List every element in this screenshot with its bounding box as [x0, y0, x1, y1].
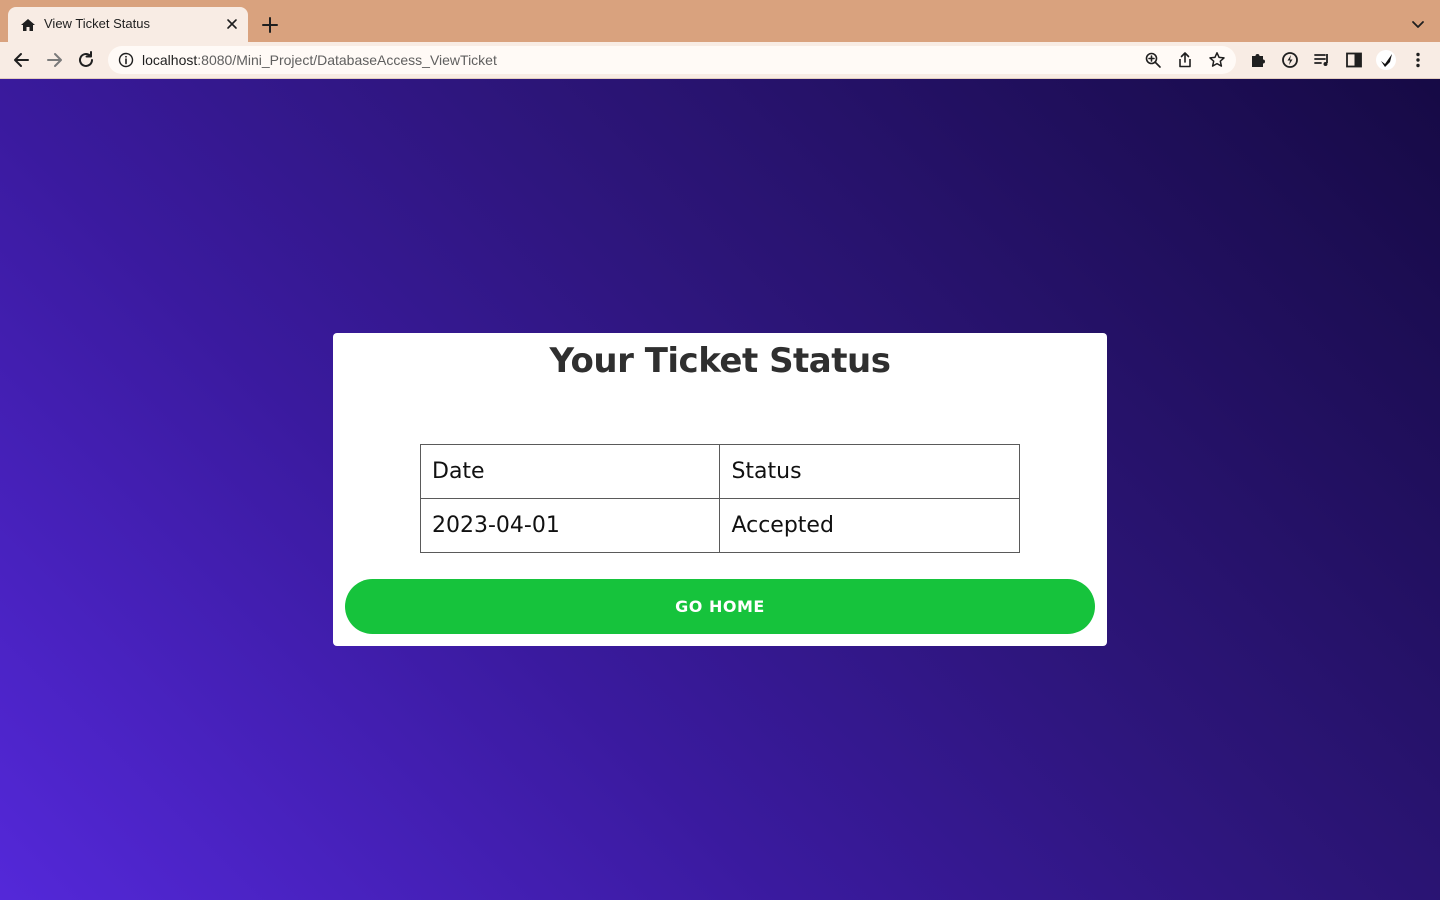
- share-icon[interactable]: [1176, 51, 1194, 69]
- url-host: localhost: [142, 52, 198, 68]
- bolt-icon[interactable]: [1280, 50, 1300, 70]
- star-icon[interactable]: [1208, 51, 1226, 69]
- go-home-button[interactable]: GO HOME: [345, 579, 1095, 634]
- tab-view-ticket-status[interactable]: View Ticket Status: [8, 7, 248, 42]
- table-header-date: Date: [419, 444, 721, 499]
- page-content: Your Ticket Status Date Status 2023-04-0…: [0, 79, 1440, 900]
- media-queue-icon[interactable]: [1312, 50, 1332, 70]
- url-text: localhost:8080/Mini_Project/DatabaseAcce…: [142, 52, 497, 68]
- chevron-down-icon[interactable]: [1410, 16, 1426, 32]
- tab-title: View Ticket Status: [44, 16, 150, 31]
- profile-image: [1381, 54, 1392, 67]
- zoom-icon[interactable]: [1144, 51, 1162, 69]
- home-icon: [21, 19, 35, 31]
- table-cell-status: Accepted: [719, 498, 1020, 553]
- info-icon[interactable]: [118, 52, 134, 68]
- page-title: Your Ticket Status: [549, 341, 891, 381]
- ticket-status-table: Date Status 2023-04-01 Accepted: [419, 444, 1020, 553]
- arrow-left-icon[interactable]: [12, 50, 32, 70]
- avatar[interactable]: [1376, 50, 1396, 70]
- more-vertical-icon[interactable]: [1408, 50, 1428, 70]
- table-cell-date: 2023-04-01: [419, 498, 721, 553]
- plus-icon[interactable]: [260, 15, 280, 35]
- arrow-right-icon[interactable]: [44, 50, 64, 70]
- address-bar[interactable]: localhost:8080/Mini_Project/DatabaseAcce…: [108, 46, 1236, 74]
- url-path: :8080/Mini_Project/DatabaseAccess_ViewTi…: [197, 52, 497, 68]
- ticket-status-card: Your Ticket Status Date Status 2023-04-0…: [333, 333, 1107, 646]
- table-header-row: Date Status: [419, 444, 1020, 499]
- table-header-status: Status: [719, 444, 1020, 499]
- browser-toolbar: localhost:8080/Mini_Project/DatabaseAcce…: [0, 42, 1440, 79]
- puzzle-icon[interactable]: [1248, 50, 1268, 70]
- table-row: 2023-04-01 Accepted: [419, 498, 1020, 553]
- reload-icon[interactable]: [76, 50, 96, 70]
- close-icon[interactable]: [224, 16, 240, 32]
- browser-window: View Ticket Status localhost:8080/Mini_P…: [0, 0, 1440, 900]
- tab-strip: View Ticket Status: [0, 0, 1440, 42]
- side-panel-icon[interactable]: [1344, 50, 1364, 70]
